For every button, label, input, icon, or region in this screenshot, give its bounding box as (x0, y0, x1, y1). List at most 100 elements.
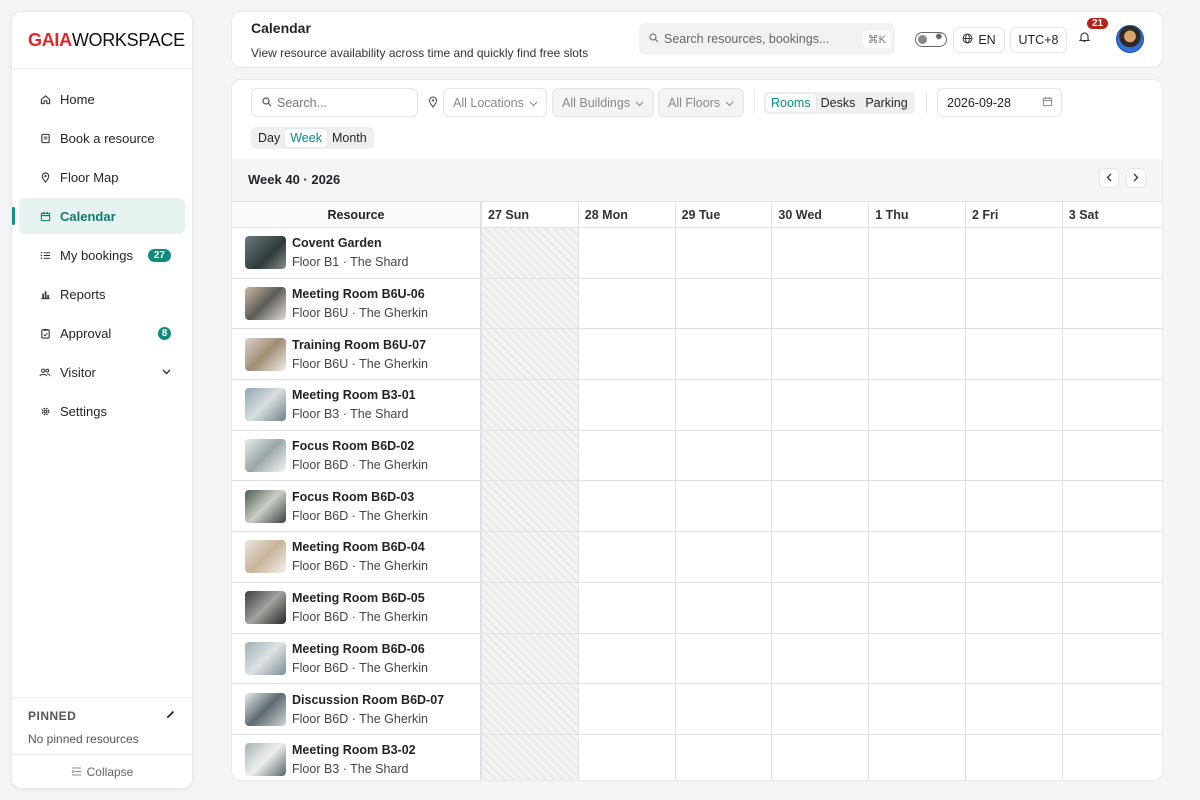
app-logo[interactable]: GAIA WORKSPACE (12, 12, 192, 69)
prev-week-button[interactable] (1099, 168, 1119, 188)
day-slot[interactable] (579, 228, 676, 278)
day-slot[interactable] (1063, 735, 1160, 780)
resource-cell[interactable]: Focus Room B6D-03 Floor B6D · The Gherki… (232, 481, 482, 532)
day-slot[interactable] (772, 380, 870, 430)
day-slot[interactable] (579, 430, 676, 481)
day-slot[interactable] (1063, 380, 1160, 430)
day-slot[interactable] (869, 532, 966, 582)
day-slot[interactable] (579, 582, 676, 633)
day-slot[interactable] (579, 734, 676, 780)
day-slot[interactable] (579, 633, 676, 684)
chevron-down-icon[interactable] (162, 366, 171, 378)
resource-search-input[interactable]: Search... (251, 88, 418, 117)
day-slot[interactable] (579, 532, 676, 582)
view-week-button[interactable]: Week (285, 129, 327, 147)
resource-cell[interactable]: Training Room B6U-07 Floor B6U · The Ghe… (232, 329, 482, 380)
day-slot[interactable] (966, 532, 1063, 582)
day-slot[interactable] (966, 481, 1063, 532)
resource-cell[interactable]: Discussion Room B6D-07 Floor B6D · The G… (232, 684, 482, 734)
day-slot[interactable] (772, 684, 870, 734)
resource-cell[interactable]: Covent Garden Floor B1 · The Shard (232, 228, 482, 278)
sidebar-item-settings[interactable]: Settings (19, 393, 185, 429)
resource-cell[interactable]: Meeting Room B3-02 Floor B3 · The Shard (232, 734, 482, 780)
sidebar-item-book-a-resource[interactable]: Book a resource (19, 120, 185, 156)
day-slot[interactable] (579, 684, 676, 734)
resource-cell[interactable]: Meeting Room B6D-05 Floor B6D · The Gher… (232, 582, 482, 633)
day-slot[interactable] (772, 532, 870, 582)
collapse-button[interactable]: Collapse (12, 754, 192, 788)
day-slot[interactable] (772, 582, 870, 633)
user-avatar[interactable] (1116, 25, 1144, 53)
day-slot[interactable] (966, 228, 1063, 278)
resource-cell[interactable]: Meeting Room B3-01 Floor B3 · The Shard (232, 380, 482, 430)
day-slot[interactable] (869, 481, 966, 532)
day-slot[interactable] (966, 380, 1063, 430)
sidebar-item-approval[interactable]: Approval 8 (19, 315, 185, 351)
day-slot[interactable] (869, 684, 966, 734)
day-slot[interactable] (579, 278, 676, 329)
global-search-input[interactable]: Search resources, bookings... ⌘K (639, 23, 895, 55)
day-slot[interactable] (676, 380, 773, 430)
day-slot[interactable] (772, 481, 870, 532)
day-slot[interactable] (1063, 583, 1160, 633)
day-slot[interactable] (966, 582, 1063, 633)
day-slot[interactable] (772, 228, 870, 278)
day-slot[interactable] (772, 734, 870, 780)
day-slot[interactable] (772, 430, 870, 481)
day-slot[interactable] (676, 582, 773, 633)
day-slot[interactable] (1063, 279, 1160, 329)
sidebar-item-visitor[interactable]: Visitor (19, 354, 185, 390)
type-rooms-button[interactable]: Rooms (766, 94, 816, 112)
day-slot[interactable] (676, 532, 773, 582)
day-slot[interactable] (676, 228, 773, 278)
bell-icon[interactable] (1078, 31, 1091, 46)
day-slot[interactable] (676, 481, 773, 532)
day-slot[interactable] (869, 734, 966, 780)
day-slot[interactable] (966, 633, 1063, 684)
day-slot[interactable] (772, 633, 870, 684)
day-slot[interactable] (676, 278, 773, 329)
day-slot[interactable] (966, 278, 1063, 329)
day-slot[interactable] (676, 684, 773, 734)
resource-cell[interactable]: Meeting Room B6U-06 Floor B6U · The Gher… (232, 278, 482, 329)
day-slot[interactable] (966, 684, 1063, 734)
type-parking-button[interactable]: Parking (860, 94, 912, 112)
day-slot[interactable] (869, 633, 966, 684)
day-slot[interactable] (676, 633, 773, 684)
date-picker[interactable]: 2026-09-28 (937, 88, 1062, 117)
building-select[interactable]: All Buildings (552, 88, 654, 117)
day-slot[interactable] (676, 430, 773, 481)
day-slot[interactable] (676, 329, 773, 380)
sidebar-item-reports[interactable]: Reports (19, 276, 185, 312)
next-week-button[interactable] (1126, 168, 1146, 188)
day-slot[interactable] (869, 278, 966, 329)
resource-cell[interactable]: Meeting Room B6D-04 Floor B6D · The Gher… (232, 532, 482, 582)
day-slot[interactable] (1063, 634, 1160, 684)
day-slot[interactable] (966, 734, 1063, 780)
sidebar-item-my-bookings[interactable]: My bookings 27 (19, 237, 185, 273)
day-slot[interactable] (1063, 481, 1160, 531)
resource-cell[interactable]: Focus Room B6D-02 Floor B6D · The Gherki… (232, 430, 482, 481)
day-slot[interactable] (869, 380, 966, 430)
day-slot[interactable] (869, 582, 966, 633)
day-slot[interactable] (772, 329, 870, 380)
day-slot[interactable] (676, 734, 773, 780)
day-slot[interactable] (1063, 329, 1160, 379)
day-slot[interactable] (772, 278, 870, 329)
timezone-button[interactable]: UTC+8 (1010, 27, 1067, 53)
day-slot[interactable] (579, 380, 676, 430)
location-select[interactable]: All Locations (443, 88, 547, 117)
edit-icon[interactable] (165, 709, 176, 723)
day-slot[interactable] (579, 481, 676, 532)
theme-toggle[interactable]: ✹ (915, 32, 947, 47)
language-button[interactable]: EN (953, 27, 1005, 53)
day-slot[interactable] (579, 329, 676, 380)
type-desks-button[interactable]: Desks (816, 94, 861, 112)
floor-select[interactable]: All Floors (658, 88, 744, 117)
day-slot[interactable] (966, 430, 1063, 481)
day-slot[interactable] (869, 329, 966, 380)
sidebar-item-floor-map[interactable]: Floor Map (19, 159, 185, 195)
resource-cell[interactable]: Meeting Room B6D-06 Floor B6D · The Gher… (232, 633, 482, 684)
day-slot[interactable] (1063, 532, 1160, 582)
day-slot[interactable] (966, 329, 1063, 380)
